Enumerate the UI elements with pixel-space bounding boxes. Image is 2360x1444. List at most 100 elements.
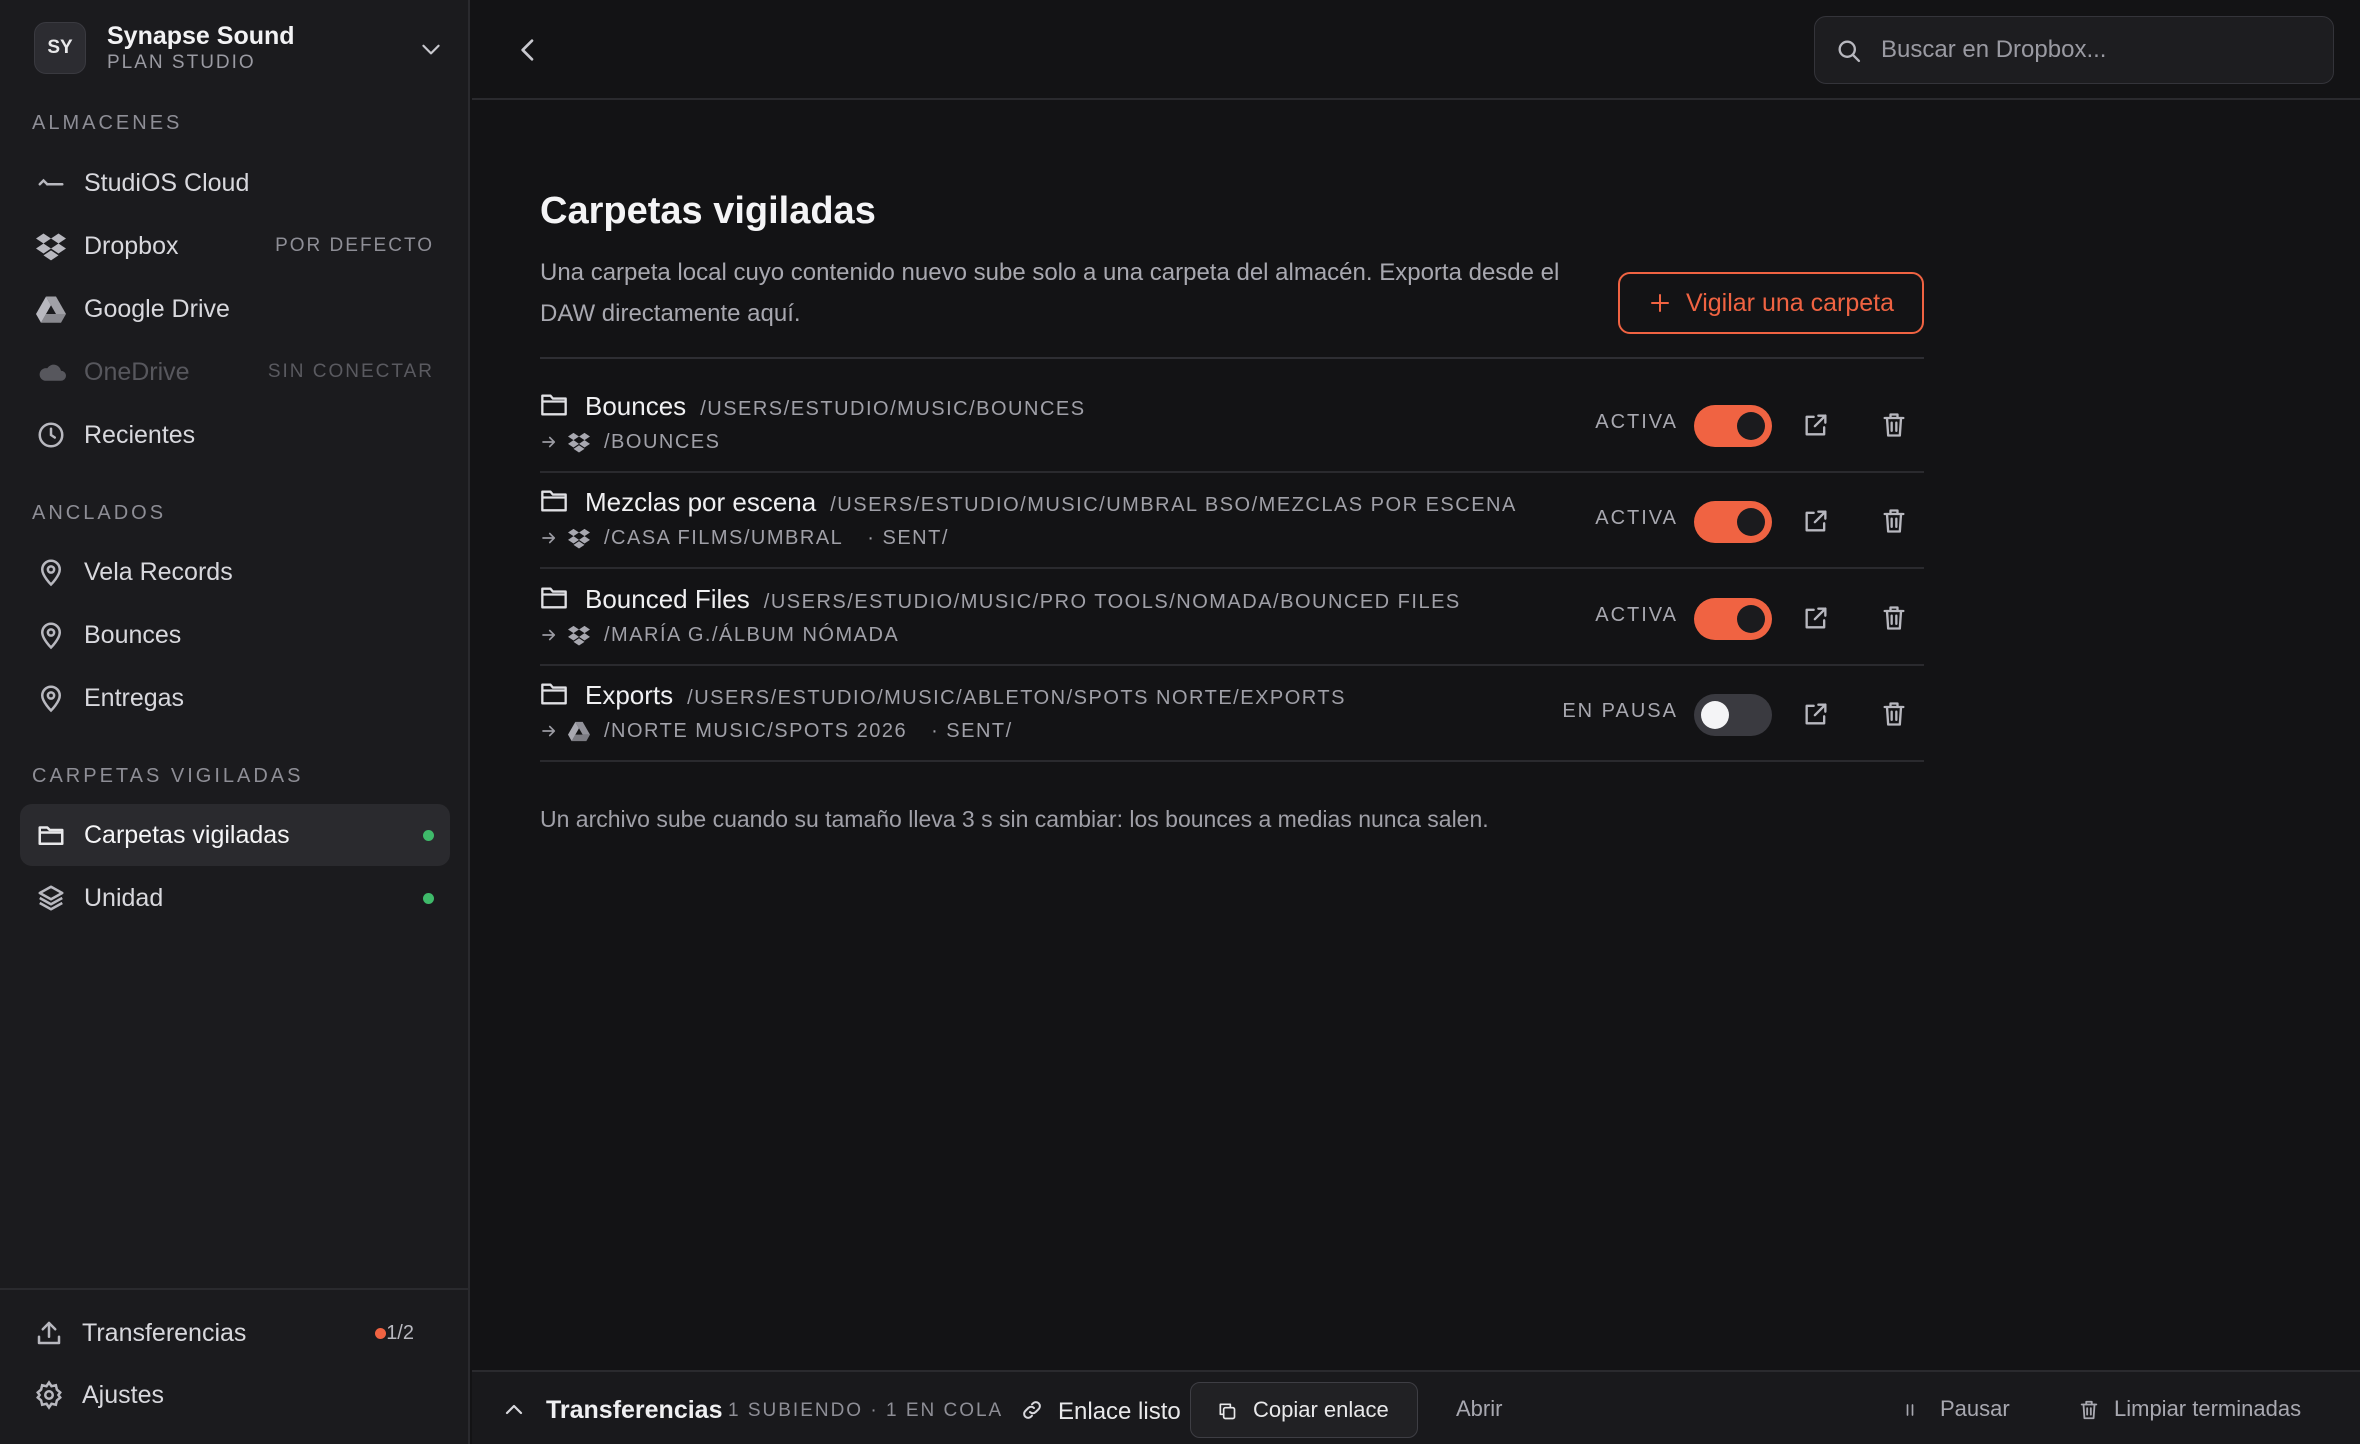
- sidebar-item-transferencias[interactable]: Transferencias 1/2: [20, 1302, 450, 1364]
- transfer-status-dot: [375, 1327, 386, 1339]
- sidebar-item-entregas[interactable]: Entregas: [20, 667, 450, 729]
- folder-name-line: Bounces/USERS/ESTUDIO/MUSIC/BOUNCES: [585, 391, 1086, 422]
- toggle-knob: [1737, 605, 1765, 633]
- external-link-icon[interactable]: [1802, 604, 1830, 632]
- onedrive-icon: [39, 364, 66, 381]
- toggle-knob: [1737, 508, 1765, 536]
- folder-icon: [38, 826, 64, 845]
- google-drive-icon: [36, 296, 66, 323]
- sidebar-item-onedrive[interactable]: OneDrive SIN CONECTAR: [20, 341, 450, 403]
- sidebar-item-vela-records[interactable]: Vela Records: [20, 541, 450, 603]
- upload-icon: [37, 1321, 61, 1345]
- destination-path: /CASA FILMS/UMBRAL: [604, 526, 844, 549]
- sidebar-item-studios-cloud[interactable]: StudiOS Cloud: [20, 152, 450, 214]
- sidebar-item-label: StudiOS Cloud: [84, 168, 250, 197]
- dropbox-icon: [568, 528, 590, 549]
- row-divider: [540, 567, 1924, 569]
- trash-icon[interactable]: [1880, 411, 1908, 439]
- folder-destination: /BOUNCES: [540, 429, 720, 455]
- back-arrow-icon[interactable]: [512, 34, 544, 66]
- chevron-down-icon[interactable]: [418, 36, 444, 62]
- sidebar-item-label: Unidad: [84, 883, 164, 912]
- watch-folder-button[interactable]: Vigilar una carpeta: [1618, 272, 1924, 334]
- folder-name: Exports: [585, 680, 674, 710]
- workspace-switcher[interactable]: SY Synapse Sound PLAN STUDIO: [34, 22, 444, 74]
- external-link-icon[interactable]: [1802, 411, 1830, 439]
- transfers-meta: 1 SUBIENDO · 1 EN COLA: [728, 1400, 1004, 1421]
- watched-folder-row: Mezclas por escena/USERS/ESTUDIO/MUSIC/U…: [540, 473, 1924, 569]
- sidebar-item-bounces[interactable]: Bounces: [20, 604, 450, 666]
- external-link-icon[interactable]: [1802, 700, 1830, 728]
- section-label-pinned: ANCLADOS: [32, 502, 167, 524]
- folder-status: EN PAUSA: [1562, 700, 1678, 722]
- gear-icon: [36, 1380, 62, 1410]
- link-icon: [1023, 1401, 1041, 1419]
- section-label-watched: CARPETAS VIGILADAS: [32, 765, 304, 787]
- topbar: [472, 0, 2360, 100]
- row-divider: [540, 760, 1924, 762]
- chevron-up-icon[interactable]: [502, 1398, 526, 1422]
- watched-folder-row: Bounces/USERS/ESTUDIO/MUSIC/BOUNCES /BOU…: [540, 377, 1924, 473]
- sidebar-item-label: Carpetas vigiladas: [84, 820, 290, 849]
- folder-path: /USERS/ESTUDIO/MUSIC/UMBRAL BSO/MEZCLAS …: [830, 494, 1517, 516]
- sidebar-item-label: OneDrive: [84, 357, 190, 386]
- sidebar-divider: [0, 1288, 470, 1290]
- arrow-right-icon: [542, 532, 556, 544]
- toggle-knob: [1737, 412, 1765, 440]
- sidebar-item-label: Google Drive: [84, 294, 230, 323]
- dropbox-icon: [568, 625, 590, 646]
- folder-name-line: Bounced Files/USERS/ESTUDIO/MUSIC/PRO TO…: [585, 584, 1461, 615]
- search-icon: [1838, 40, 1861, 63]
- sidebar-item-unidad[interactable]: Unidad: [20, 867, 450, 929]
- sidebar-item-label: Bounces: [84, 620, 182, 649]
- destination-path: /MARÍA G./ÁLBUM NÓMADA: [604, 623, 900, 646]
- folder-destination: /CASA FILMS/UMBRAL · SENT/: [540, 525, 949, 551]
- sidebar: SY Synapse Sound PLAN STUDIO ALMACENES S…: [0, 0, 470, 1444]
- open-button[interactable]: Abrir: [1456, 1396, 1502, 1422]
- pause-icon: [1906, 1404, 1914, 1416]
- copy-link-label: Copiar enlace: [1253, 1397, 1389, 1422]
- sidebar-item-recientes[interactable]: Recientes: [20, 404, 450, 466]
- folder-name-line: Exports/USERS/ESTUDIO/MUSIC/ABLETON/SPOT…: [585, 680, 1346, 711]
- folder-icon: [541, 394, 567, 416]
- search-input[interactable]: [1881, 17, 2311, 83]
- sidebar-item-carpetas-vigiladas[interactable]: Carpetas vigiladas: [20, 804, 450, 866]
- transfers-bar: Transferencias 1 SUBIENDO · 1 EN COLA En…: [472, 1370, 2360, 1444]
- search-box[interactable]: [1814, 16, 2334, 84]
- arrow-right-icon: [542, 725, 556, 737]
- section-label-storage: ALMACENES: [32, 112, 183, 134]
- status-dot: [423, 829, 434, 841]
- copy-icon: [1219, 1403, 1236, 1420]
- destination-path: /NORTE MUSIC/SPOTS 2026: [604, 719, 908, 742]
- trash-icon[interactable]: [1880, 507, 1908, 535]
- pause-button[interactable]: Pausar: [1940, 1396, 2010, 1422]
- link-ready-label: Enlace listo: [1058, 1398, 1181, 1425]
- folder-status: ACTIVA: [1595, 604, 1678, 626]
- plus-icon: [1650, 294, 1669, 312]
- watched-folder-row: Exports/USERS/ESTUDIO/MUSIC/ABLETON/SPOT…: [540, 666, 1924, 762]
- page-title: Carpetas vigiladas: [540, 190, 876, 232]
- folder-path: /USERS/ESTUDIO/MUSIC/BOUNCES: [700, 398, 1086, 420]
- status-dot: [423, 892, 434, 904]
- not-connected-badge: SIN CONECTAR: [267, 361, 434, 382]
- page-description: Una carpeta local cuyo contenido nuevo s…: [540, 259, 1560, 327]
- trash-icon[interactable]: [1880, 700, 1908, 728]
- sidebar-item-ajustes[interactable]: Ajustes: [20, 1364, 450, 1426]
- transfers-title: Transferencias: [546, 1396, 723, 1424]
- clear-finished-button[interactable]: Limpiar terminadas: [2114, 1396, 2301, 1422]
- folder-toggle[interactable]: [1694, 405, 1772, 447]
- sidebar-item-google-drive[interactable]: Google Drive: [20, 278, 450, 340]
- folder-toggle[interactable]: [1694, 694, 1772, 736]
- sidebar-item-label: Ajustes: [82, 1380, 164, 1409]
- workspace-name: Synapse Sound: [107, 22, 295, 50]
- sidebar-item-dropbox[interactable]: Dropbox POR DEFECTO: [20, 215, 450, 277]
- folder-path: /USERS/ESTUDIO/MUSIC/ABLETON/SPOTS NORTE…: [687, 687, 1346, 709]
- external-link-icon[interactable]: [1802, 507, 1830, 535]
- folder-toggle[interactable]: [1694, 598, 1772, 640]
- transfer-count: 1/2: [386, 1321, 414, 1344]
- trash-icon[interactable]: [1880, 604, 1908, 632]
- copy-link-button[interactable]: Copiar enlace: [1190, 1382, 1418, 1438]
- folder-path: /USERS/ESTUDIO/MUSIC/PRO TOOLS/NOMADA/BO…: [763, 591, 1461, 613]
- folder-name: Bounced Files: [585, 584, 750, 614]
- folder-toggle[interactable]: [1694, 501, 1772, 543]
